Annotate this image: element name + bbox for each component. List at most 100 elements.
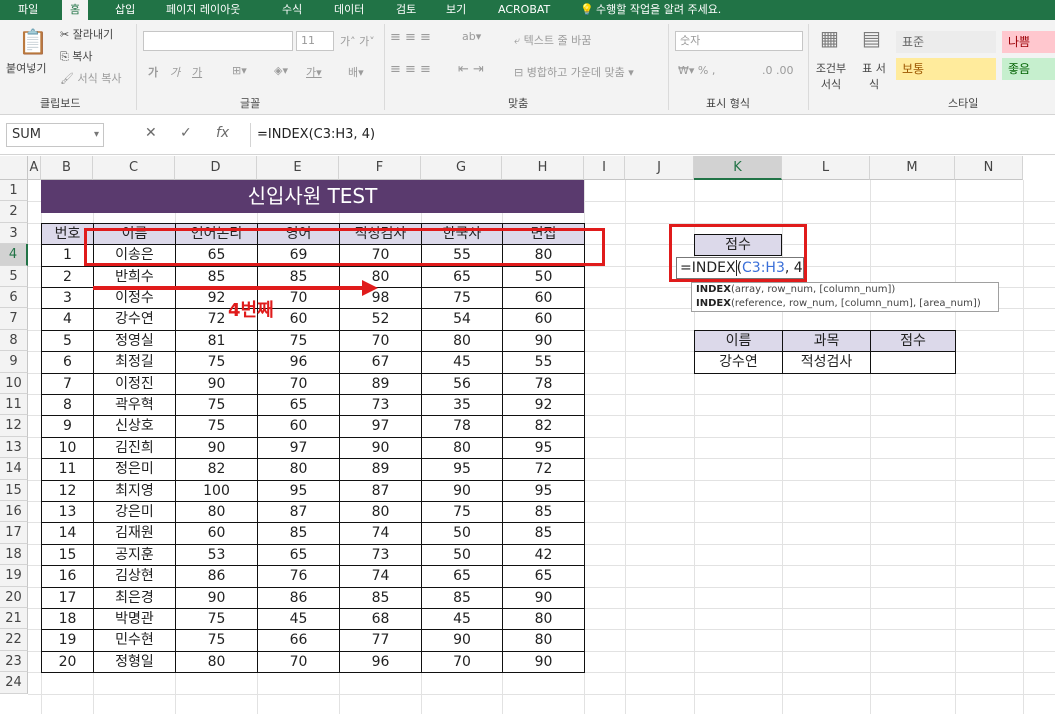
table-cell[interactable]: 정형일 — [93, 650, 176, 674]
table-cell[interactable]: 80 — [175, 650, 258, 674]
table-cell[interactable]: 정영실 — [93, 329, 176, 353]
tab-file[interactable]: 파일 — [18, 0, 38, 20]
tab-page-layout[interactable]: 페이지 레이아웃 — [166, 0, 240, 20]
table-cell[interactable]: 74 — [339, 522, 422, 545]
row-header-6[interactable]: 6 — [0, 287, 28, 309]
row-header-20[interactable]: 20 — [0, 586, 28, 608]
table-cell[interactable]: 90 — [421, 479, 503, 502]
table-cell[interactable]: 55 — [502, 351, 585, 374]
table-cell[interactable]: 80 — [502, 629, 585, 652]
bold-button[interactable]: 가 — [148, 64, 158, 80]
table-cell[interactable]: 13 — [41, 501, 94, 524]
row-header-4[interactable]: 4 — [0, 244, 28, 266]
row-header-18[interactable]: 18 — [0, 543, 28, 566]
style-normal[interactable]: 표준 — [896, 31, 996, 53]
table-cell[interactable]: 75 — [175, 415, 258, 438]
table-cell[interactable]: 92 — [502, 394, 585, 417]
table-cell[interactable]: 60 — [257, 415, 340, 438]
table-cell[interactable]: 75 — [421, 501, 503, 524]
tooltip-line-2[interactable]: INDEX(reference, row_num, [column_num], … — [696, 297, 998, 311]
table-cell[interactable]: 18 — [41, 608, 94, 631]
row-header-11[interactable]: 11 — [0, 394, 28, 416]
table-cell[interactable]: 80 — [339, 501, 422, 524]
row-header-19[interactable]: 19 — [0, 565, 28, 587]
column-header-d[interactable]: D — [175, 156, 257, 180]
table-cell[interactable]: 45 — [421, 608, 503, 631]
table-cell[interactable]: 35 — [421, 394, 503, 417]
column-header-i[interactable]: I — [584, 156, 625, 180]
table-cell[interactable]: 56 — [421, 372, 503, 395]
table-cell[interactable]: 정은미 — [93, 458, 176, 481]
row-header-7[interactable]: 7 — [0, 308, 28, 330]
table-cell[interactable]: 70 — [421, 650, 503, 674]
font-name-dropdown[interactable] — [143, 31, 293, 51]
row-header-12[interactable]: 12 — [0, 415, 28, 437]
table-cell[interactable]: 95 — [257, 479, 340, 502]
table-cell[interactable]: 10 — [41, 436, 94, 460]
row-header-1[interactable]: 1 — [0, 180, 28, 202]
table-cell[interactable]: 75 — [421, 287, 503, 310]
table-cell[interactable]: 20 — [41, 650, 94, 674]
table-cell[interactable]: 85 — [257, 522, 340, 545]
format-as-table-button[interactable]: 표 서식 — [862, 60, 886, 92]
table-cell[interactable]: 4 — [41, 308, 94, 331]
table-cell[interactable]: 60 — [175, 522, 258, 545]
table-cell[interactable]: 78 — [421, 415, 503, 438]
table-cell[interactable]: 45 — [257, 608, 340, 631]
table-cell[interactable]: 9 — [41, 415, 94, 438]
table-cell[interactable]: 이정수 — [93, 287, 176, 310]
table-cell[interactable]: 90 — [502, 650, 585, 674]
row-header-23[interactable]: 23 — [0, 650, 28, 673]
style-neutral[interactable]: 보통 — [896, 58, 996, 80]
column-header-b[interactable]: B — [41, 156, 93, 180]
table-cell[interactable]: 강은미 — [93, 501, 176, 524]
row-header-22[interactable]: 22 — [0, 629, 28, 651]
lookup-header-cell[interactable]: 이름 — [694, 329, 783, 353]
table-cell[interactable]: 90 — [175, 372, 258, 395]
table-cell[interactable]: 90 — [339, 436, 422, 460]
column-header-j[interactable]: J — [625, 156, 694, 180]
lookup-value-cell[interactable] — [870, 351, 956, 374]
chevron-down-icon[interactable]: ▾ — [94, 124, 99, 146]
table-cell[interactable]: 85 — [502, 501, 585, 524]
select-all-corner[interactable] — [0, 156, 28, 180]
table-cell[interactable]: 87 — [339, 479, 422, 502]
table-cell[interactable]: 75 — [175, 351, 258, 374]
table-cell[interactable]: 66 — [257, 629, 340, 652]
table-cell[interactable]: 75 — [175, 629, 258, 652]
table-cell[interactable]: 80 — [502, 608, 585, 631]
table-cell[interactable]: 89 — [339, 372, 422, 395]
table-cell[interactable]: 17 — [41, 586, 94, 609]
table-cell[interactable]: 73 — [339, 394, 422, 417]
font-size-dropdown[interactable]: 11 — [296, 31, 334, 51]
table-cell[interactable]: 65 — [257, 394, 340, 417]
table-cell[interactable]: 82 — [502, 415, 585, 438]
lookup-value-cell[interactable]: 적성검사 — [782, 351, 871, 374]
table-cell[interactable]: 15 — [41, 543, 94, 567]
table-cell[interactable]: 98 — [339, 287, 422, 310]
table-cell[interactable]: 85 — [502, 522, 585, 545]
table-cell[interactable]: 80 — [257, 458, 340, 481]
row-header-14[interactable]: 14 — [0, 458, 28, 480]
table-cell[interactable]: 97 — [257, 436, 340, 460]
formula-input[interactable]: =INDEX(C3:H3, 4) — [250, 123, 1050, 147]
borders-icon[interactable]: ⊞▾ — [232, 64, 247, 77]
cancel-icon[interactable]: ✕ — [145, 125, 157, 141]
row-header-5[interactable]: 5 — [0, 265, 28, 287]
table-cell[interactable]: 65 — [257, 543, 340, 567]
table-cell[interactable]: 최지영 — [93, 479, 176, 502]
row-header-2[interactable]: 2 — [0, 201, 28, 223]
table-cell[interactable]: 45 — [421, 351, 503, 374]
tab-data[interactable]: 데이터 — [334, 0, 364, 20]
underline-button[interactable]: 가 — [192, 64, 202, 80]
table-cell[interactable]: 신상호 — [93, 415, 176, 438]
phonetic-icon[interactable]: 배▾ — [348, 64, 364, 80]
table-cell[interactable]: 공지훈 — [93, 543, 176, 567]
tell-me-search[interactable]: 수행할 작업을 알려 주세요. — [596, 0, 721, 20]
style-bad[interactable]: 나쁨 — [1002, 31, 1055, 53]
decimal-icon[interactable]: .0 .00 — [762, 64, 794, 77]
table-cell[interactable]: 80 — [421, 329, 503, 353]
tab-view[interactable]: 보기 — [446, 0, 466, 20]
table-cell[interactable]: 14 — [41, 522, 94, 545]
table-cell[interactable]: 77 — [339, 629, 422, 652]
